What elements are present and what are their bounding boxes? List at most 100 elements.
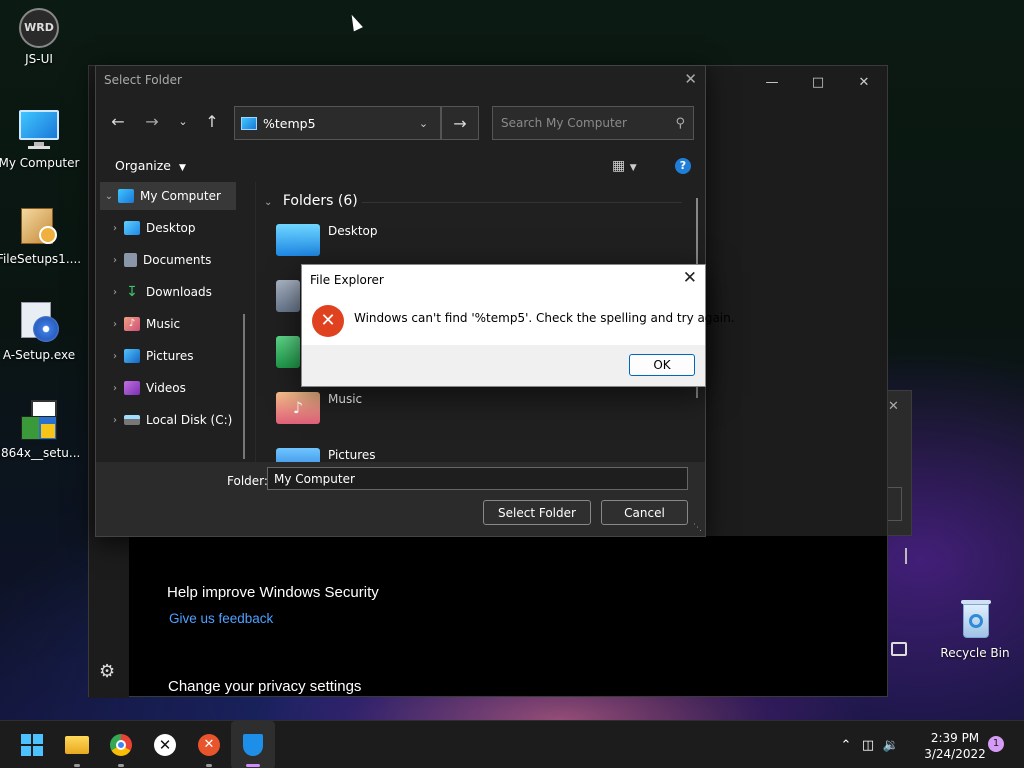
desktop-icon-filesetups[interactable]: FileSetups1.... (0, 204, 82, 266)
tree-item-videos[interactable]: › Videos (106, 374, 262, 402)
mouse-cursor-icon (347, 12, 363, 32)
folder-item-desktop[interactable]: Desktop (276, 224, 378, 256)
close-icon[interactable]: ✕ (888, 399, 899, 414)
help-icon[interactable]: ? (675, 158, 691, 174)
forward-arrow-icon[interactable]: → (142, 112, 162, 131)
ok-button[interactable]: OK (629, 354, 695, 376)
taskbar-file-explorer[interactable] (55, 721, 99, 768)
tree-item-local-disk[interactable]: › Local Disk (C:) (106, 406, 262, 434)
desktop-icon-my-computer[interactable]: My Computer (0, 108, 82, 170)
address-dropdown-chevron-icon[interactable]: ⌄ (407, 106, 441, 140)
give-feedback-link[interactable]: Give us feedback (169, 611, 273, 626)
downloads-folder-icon (276, 336, 300, 368)
desktop-icon-label: i864x__setu... (0, 446, 81, 460)
taskbar: ✕ ✕ ⌃ ◫ 🔉 2:39 PM 3/24/2022 (0, 720, 1024, 768)
network-icon[interactable]: ◫ (856, 738, 880, 753)
tree-item-downloads[interactable]: › ↧ Downloads (106, 278, 262, 306)
tree-item-pictures[interactable]: › Pictures (106, 342, 262, 370)
tree-item-my-computer[interactable]: ⌄ My Computer (100, 182, 236, 210)
recent-locations-chevron-icon[interactable]: ⌄ (173, 115, 193, 128)
folder-item-label: Desktop (328, 224, 378, 238)
cancel-button[interactable]: Cancel (601, 500, 688, 525)
file-explorer-icon (65, 736, 89, 754)
collapsed-chevron-icon[interactable]: › (106, 255, 124, 266)
tree-item-label: Desktop (146, 221, 196, 235)
taskbar-app-x[interactable]: ✕ (187, 721, 231, 768)
collapsed-chevron-icon[interactable]: › (106, 415, 124, 426)
desktop-icon-a-setup[interactable]: A-Setup.exe (0, 300, 82, 362)
folder-name-input[interactable] (267, 467, 688, 490)
folder-item-pictures[interactable]: Pictures (276, 448, 376, 462)
running-indicator (118, 764, 124, 767)
collapsed-chevron-icon[interactable]: › (106, 223, 124, 234)
close-icon[interactable]: ✕ (683, 268, 697, 288)
tree-item-desktop[interactable]: › Desktop (106, 214, 262, 242)
tree-item-music[interactable]: › ♪ Music (106, 310, 262, 338)
system-tray: ⌃ ◫ 🔉 (836, 721, 902, 768)
desktop-icon-label: A-Setup.exe (2, 348, 76, 362)
clock-date: 3/24/2022 (924, 747, 986, 761)
volume-icon[interactable]: 🔉 (880, 738, 902, 753)
navigation-tree: ⌄ My Computer › Desktop › Documents › ↧ … (98, 182, 254, 462)
maximize-icon[interactable]: □ (795, 66, 841, 98)
running-indicator (206, 764, 212, 767)
settings-gear-icon[interactable]: ⚙ (99, 661, 115, 682)
search-input[interactable] (501, 116, 676, 130)
resize-grip-icon[interactable]: ⋱ (693, 523, 702, 533)
view-options-icon[interactable]: ▦ ▼ (612, 158, 637, 174)
expanded-chevron-icon[interactable]: ⌄ (100, 191, 118, 202)
videos-icon (124, 381, 140, 395)
group-collapse-chevron-icon: ⌄ (264, 197, 273, 208)
pane-divider[interactable] (255, 182, 256, 462)
computer-icon (241, 116, 257, 130)
desktop-icon-i864x-setup[interactable]: i864x__setu... (0, 398, 82, 460)
up-arrow-icon[interactable]: ↑ (202, 112, 222, 131)
tree-item-label: Downloads (146, 285, 212, 299)
collapsed-chevron-icon[interactable]: › (106, 319, 124, 330)
back-arrow-icon[interactable]: ← (108, 112, 128, 131)
organize-menu[interactable]: Organize ▼ (115, 158, 186, 173)
search-box[interactable]: ⚲ (492, 106, 694, 140)
folders-group-label: Folders (6) (282, 193, 358, 209)
collapsed-chevron-icon[interactable]: › (106, 383, 124, 394)
collapsed-chevron-icon[interactable]: › (106, 351, 124, 362)
pictures-icon (124, 349, 140, 363)
file-explorer-error-dialog: File Explorer ✕ ✕ Windows can't find '%t… (301, 264, 735, 387)
folder-item-music[interactable]: ♪ Music (276, 392, 362, 424)
app-x-icon: ✕ (198, 734, 220, 756)
notification-badge[interactable]: 1 (988, 736, 1004, 752)
desktop-icon-js-ui[interactable]: WRD JS-UI (0, 8, 82, 66)
www-app-icon: WRD (19, 8, 59, 48)
tree-item-label: My Computer (140, 189, 221, 203)
dialog-footer: OK (302, 345, 705, 386)
taskbar-xbox[interactable]: ✕ (143, 721, 187, 768)
error-icon: ✕ (312, 305, 344, 337)
desktop-folder-icon (124, 221, 140, 235)
desktop-folder-icon (276, 224, 320, 256)
tree-item-label: Documents (143, 253, 212, 267)
close-icon[interactable]: ✕ (684, 70, 697, 88)
minimize-icon[interactable]: — (749, 66, 795, 98)
computer-icon (118, 189, 134, 203)
taskbar-windows-security[interactable] (231, 721, 275, 768)
show-hidden-icons-chevron-icon[interactable]: ⌃ (836, 738, 856, 753)
folders-group-header[interactable]: ⌄ Folders (6) (264, 193, 358, 209)
select-folder-button[interactable]: Select Folder (483, 500, 591, 525)
tree-item-label: Music (146, 317, 181, 331)
desktop-icon-recycle-bin[interactable]: Recycle Bin (932, 598, 1018, 660)
music-folder-icon: ♪ (276, 392, 320, 424)
taskbar-chrome[interactable] (99, 721, 143, 768)
window-caption-buttons: — □ ✕ (749, 66, 887, 98)
start-button[interactable] (10, 721, 54, 768)
tree-item-documents[interactable]: › Documents (106, 246, 262, 274)
error-message: Windows can't find '%temp5'. Check the s… (354, 311, 735, 325)
windows-logo-icon (21, 734, 43, 756)
close-icon[interactable]: ✕ (841, 66, 887, 98)
dialog-title: Select Folder (104, 73, 182, 87)
collapsed-chevron-icon[interactable]: › (106, 287, 124, 298)
search-icon[interactable]: ⚲ (675, 116, 685, 131)
clock[interactable]: 2:39 PM 3/24/2022 (920, 730, 990, 762)
tree-item-label: Videos (146, 381, 186, 395)
tree-scrollbar[interactable] (243, 314, 245, 459)
go-arrow-icon[interactable]: → (441, 106, 479, 140)
